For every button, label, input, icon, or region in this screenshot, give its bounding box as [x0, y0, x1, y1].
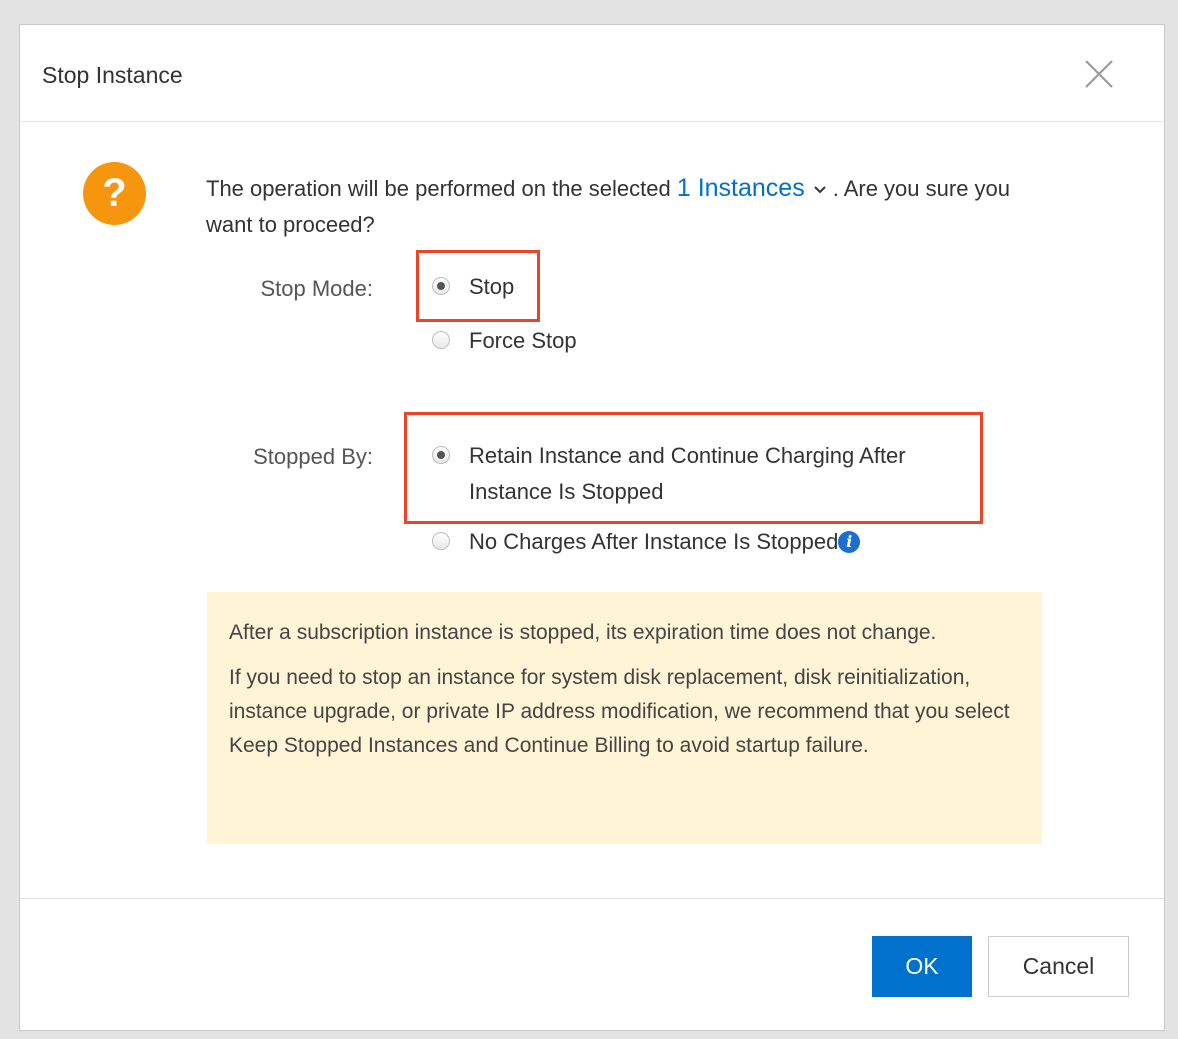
info-icon[interactable]: i — [838, 531, 861, 553]
notice-paragraph-2: If you need to stop an instance for syst… — [229, 666, 1010, 757]
radio-force-stop-label: Force Stop — [469, 328, 577, 353]
dialog-header: Stop Instance — [20, 25, 1164, 122]
radio-no-charges[interactable]: No Charges After Instance Is Stopped i — [432, 524, 932, 560]
radio-retain-instance-line1: Retain Instance and Continue Charging Af… — [469, 443, 906, 468]
chevron-down-icon[interactable] — [813, 185, 827, 195]
cancel-button[interactable]: Cancel — [988, 936, 1129, 997]
radio-retain-instance-label: Retain Instance and Continue Charging Af… — [469, 438, 906, 510]
stop-mode-label: Stop Mode: — [260, 276, 373, 301]
radio-stop[interactable]: Stop — [432, 269, 532, 305]
dialog-footer — [20, 898, 1164, 899]
stop-instance-dialog: Stop Instance ? The operation will be pe… — [19, 24, 1165, 1031]
radio-retain-instance-line2: Instance Is Stopped — [469, 479, 664, 504]
dialog-title: Stop Instance — [42, 62, 183, 88]
confirmation-message: The operation will be performed on the s… — [206, 170, 1026, 243]
radio-force-stop-circle[interactable] — [432, 331, 450, 349]
radio-retain-instance-circle[interactable] — [432, 446, 450, 464]
radio-stop-circle[interactable] — [432, 277, 450, 295]
notice-paragraph-1: After a subscription instance is stopped… — [229, 621, 937, 644]
question-icon: ? — [83, 162, 146, 225]
radio-stop-label: Stop — [469, 274, 515, 299]
stopped-by-label: Stopped By: — [253, 444, 373, 469]
instances-link[interactable]: 1 Instances — [677, 174, 805, 202]
radio-no-charges-label: No Charges After Instance Is Stopped — [469, 529, 839, 554]
close-icon[interactable] — [1082, 57, 1116, 91]
radio-no-charges-label-wrap: No Charges After Instance Is Stopped i — [469, 524, 861, 560]
radio-no-charges-circle[interactable] — [432, 532, 450, 550]
notice-box: After a subscription instance is stopped… — [207, 592, 1042, 844]
message-prefix: The operation will be performed on the s… — [206, 176, 671, 201]
radio-force-stop[interactable]: Force Stop — [432, 323, 592, 359]
ok-button[interactable]: OK — [872, 936, 972, 997]
radio-retain-instance[interactable]: Retain Instance and Continue Charging Af… — [432, 438, 972, 510]
